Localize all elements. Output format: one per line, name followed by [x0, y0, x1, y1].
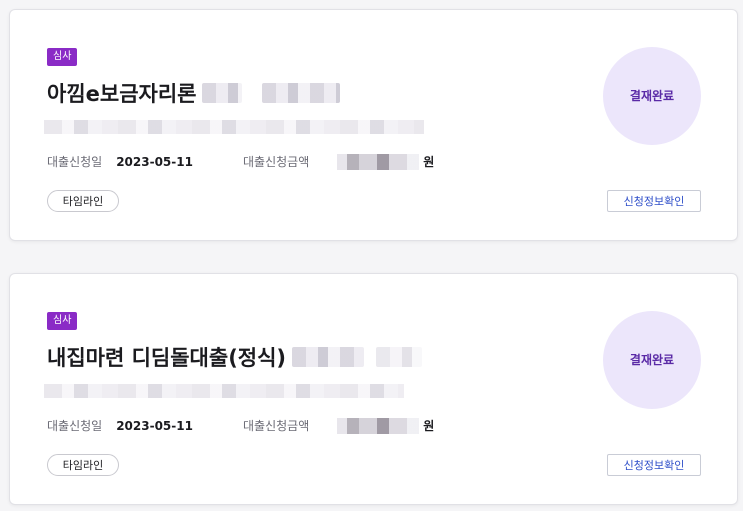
- loan-title-text: 내집마련 디딤돌대출(정식): [47, 346, 287, 370]
- apply-date-label: 대출신청일: [47, 155, 103, 169]
- timeline-button[interactable]: 타임라인: [47, 190, 119, 212]
- redacted-subtitle: [44, 120, 424, 134]
- timeline-button[interactable]: 타임라인: [47, 454, 119, 476]
- redacted-amount: [337, 417, 420, 434]
- apply-date: 대출신청일 2023-05-11: [47, 417, 193, 434]
- redacted-block: [292, 347, 365, 367]
- redacted-subtitle: [44, 384, 404, 398]
- redacted-block: [202, 83, 243, 103]
- loan-title: 내집마련 디딤돌대출(정식): [47, 342, 423, 372]
- apply-date-value: 2023-05-11: [116, 418, 193, 433]
- view-application-button[interactable]: 신청정보확인: [607, 454, 701, 476]
- loan-card: 심사 내집마련 디딤돌대출(정식) 대출신청일 2023-05-11 대출신청금…: [9, 273, 738, 505]
- apply-amount-label: 대출신청금액: [243, 155, 310, 169]
- apply-amount-label: 대출신청금액: [243, 419, 310, 433]
- redacted-block: [376, 347, 423, 367]
- status-badge: 심사: [47, 312, 78, 330]
- status-badge: 심사: [47, 48, 78, 66]
- amount-unit: 원: [423, 419, 435, 433]
- apply-date-label: 대출신청일: [47, 419, 103, 433]
- approval-status: 결재완료: [603, 311, 701, 409]
- apply-date: 대출신청일 2023-05-11: [47, 153, 193, 170]
- apply-amount: 대출신청금액 원: [243, 417, 434, 434]
- loan-title-text: 아낌e보금자리론: [47, 82, 197, 106]
- approval-status: 결재완료: [603, 47, 701, 145]
- redacted-block: [262, 83, 341, 103]
- amount-unit: 원: [423, 155, 435, 169]
- apply-amount: 대출신청금액 원: [243, 153, 434, 170]
- loan-title: 아낌e보금자리론: [47, 78, 341, 108]
- apply-date-value: 2023-05-11: [116, 154, 193, 169]
- view-application-button[interactable]: 신청정보확인: [607, 190, 701, 212]
- loan-card: 심사 아낌e보금자리론 대출신청일 2023-05-11 대출신청금액 원 타임…: [9, 9, 738, 241]
- redacted-amount: [337, 153, 420, 170]
